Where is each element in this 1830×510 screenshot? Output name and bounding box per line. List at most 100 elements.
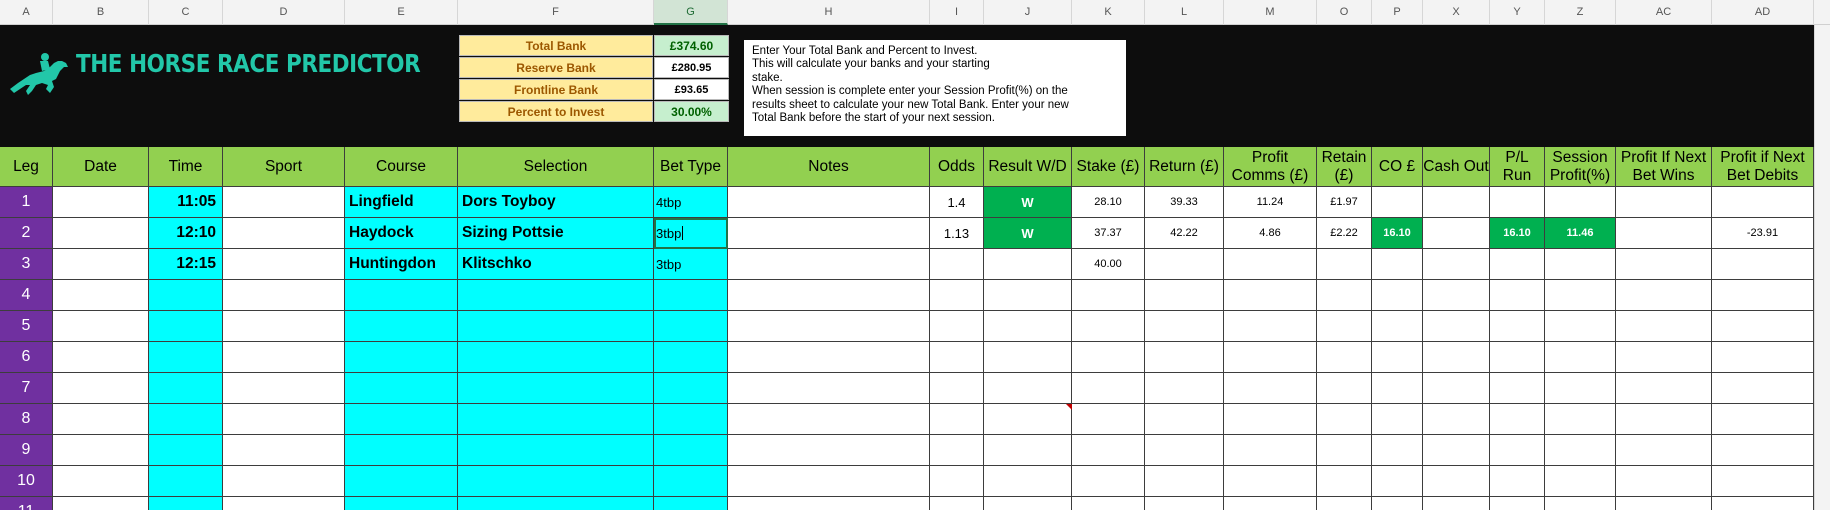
table-cell[interactable] xyxy=(984,342,1072,373)
table-cell[interactable] xyxy=(1490,311,1545,342)
column-header[interactable]: P/L Run xyxy=(1490,147,1545,187)
table-cell[interactable] xyxy=(1072,373,1145,404)
table-cell[interactable] xyxy=(654,466,728,497)
table-cell[interactable]: Huntingdon xyxy=(345,249,458,280)
table-cell[interactable] xyxy=(654,373,728,404)
table-cell[interactable] xyxy=(1616,280,1712,311)
table-cell[interactable] xyxy=(1545,404,1616,435)
vertical-scrollbar[interactable] xyxy=(1814,25,1830,510)
table-cell[interactable] xyxy=(1423,280,1490,311)
table-cell[interactable] xyxy=(1616,497,1712,510)
percent-to-invest-value[interactable]: 30.00% xyxy=(654,101,729,122)
table-cell[interactable] xyxy=(728,218,930,249)
table-cell[interactable] xyxy=(1145,497,1224,510)
column-header[interactable]: Time xyxy=(149,147,223,187)
column-header[interactable]: Return (£) xyxy=(1145,147,1224,187)
table-cell[interactable] xyxy=(1317,435,1372,466)
table-cell[interactable] xyxy=(149,342,223,373)
table-cell[interactable] xyxy=(984,280,1072,311)
table-cell[interactable] xyxy=(149,466,223,497)
table-cell[interactable] xyxy=(223,373,345,404)
table-cell[interactable] xyxy=(1145,466,1224,497)
table-cell[interactable]: 11:05 xyxy=(149,187,223,218)
column-letter-c[interactable]: C xyxy=(149,0,223,25)
table-cell[interactable] xyxy=(458,311,654,342)
table-cell[interactable] xyxy=(728,497,930,510)
table-cell[interactable] xyxy=(53,342,149,373)
row-number-cell[interactable]: 7 xyxy=(0,373,53,404)
table-cell[interactable] xyxy=(1072,404,1145,435)
row-number-cell[interactable]: 11 xyxy=(0,497,53,510)
column-header[interactable]: Course xyxy=(345,147,458,187)
table-cell[interactable]: 16.10 xyxy=(1372,218,1423,249)
table-cell[interactable] xyxy=(1712,249,1814,280)
table-cell[interactable] xyxy=(1372,311,1423,342)
table-cell[interactable] xyxy=(930,373,984,404)
table-cell[interactable] xyxy=(223,466,345,497)
table-cell[interactable]: Klitschko xyxy=(458,249,654,280)
table-cell[interactable] xyxy=(223,435,345,466)
table-cell[interactable] xyxy=(1490,280,1545,311)
table-cell[interactable] xyxy=(1423,497,1490,510)
table-cell[interactable] xyxy=(1224,342,1317,373)
row-number-cell[interactable]: 1 xyxy=(0,187,53,218)
reserve-bank-value[interactable]: £280.95 xyxy=(654,57,729,78)
table-cell[interactable] xyxy=(1423,249,1490,280)
table-cell[interactable]: Dors Toyboy xyxy=(458,187,654,218)
table-cell[interactable] xyxy=(1372,249,1423,280)
table-cell[interactable] xyxy=(53,311,149,342)
table-cell[interactable] xyxy=(728,466,930,497)
table-cell[interactable] xyxy=(1545,373,1616,404)
table-cell[interactable]: Lingfield xyxy=(345,187,458,218)
column-header[interactable]: Profit Comms (£) xyxy=(1224,147,1317,187)
table-cell[interactable] xyxy=(1545,497,1616,510)
table-cell[interactable] xyxy=(149,404,223,435)
column-header[interactable]: Cash Out xyxy=(1423,147,1490,187)
table-cell[interactable] xyxy=(1145,311,1224,342)
column-header[interactable]: Result W/D xyxy=(984,147,1072,187)
table-cell[interactable]: W xyxy=(984,187,1072,218)
table-cell[interactable] xyxy=(1372,373,1423,404)
table-cell[interactable] xyxy=(53,497,149,510)
column-letter-o[interactable]: O xyxy=(1317,0,1372,25)
table-cell[interactable] xyxy=(345,404,458,435)
table-cell[interactable]: 12:15 xyxy=(149,249,223,280)
table-cell[interactable] xyxy=(1490,249,1545,280)
table-cell[interactable] xyxy=(1372,497,1423,510)
table-cell[interactable] xyxy=(53,435,149,466)
column-header[interactable]: Leg xyxy=(0,147,53,187)
table-cell[interactable] xyxy=(984,311,1072,342)
table-cell[interactable] xyxy=(1372,280,1423,311)
column-letter-ac[interactable]: AC xyxy=(1616,0,1712,25)
table-cell[interactable] xyxy=(1545,342,1616,373)
table-cell[interactable] xyxy=(223,280,345,311)
table-cell[interactable] xyxy=(1490,435,1545,466)
table-cell[interactable] xyxy=(1423,218,1490,249)
table-cell[interactable]: 3tbp xyxy=(654,218,728,249)
table-cell[interactable] xyxy=(458,466,654,497)
table-cell[interactable]: W xyxy=(984,218,1072,249)
column-header[interactable]: Retain (£) xyxy=(1317,147,1372,187)
table-cell[interactable] xyxy=(1616,466,1712,497)
table-cell[interactable]: 1.13 xyxy=(930,218,984,249)
table-cell[interactable]: Sizing Pottsie xyxy=(458,218,654,249)
table-cell[interactable] xyxy=(1616,311,1712,342)
table-cell[interactable] xyxy=(1317,342,1372,373)
table-cell[interactable] xyxy=(654,435,728,466)
table-cell[interactable] xyxy=(458,404,654,435)
table-cell[interactable] xyxy=(458,373,654,404)
column-letter-j[interactable]: J xyxy=(984,0,1072,25)
column-header[interactable]: Selection xyxy=(458,147,654,187)
table-cell[interactable] xyxy=(1490,466,1545,497)
table-cell[interactable] xyxy=(458,497,654,510)
table-cell[interactable] xyxy=(53,466,149,497)
column-letter-m[interactable]: M xyxy=(1224,0,1317,25)
table-cell[interactable] xyxy=(1317,497,1372,510)
table-cell[interactable] xyxy=(1224,497,1317,510)
table-cell[interactable] xyxy=(728,249,930,280)
table-cell[interactable] xyxy=(1423,342,1490,373)
table-cell[interactable] xyxy=(654,404,728,435)
table-cell[interactable] xyxy=(1712,373,1814,404)
column-letter-z[interactable]: Z xyxy=(1545,0,1616,25)
table-cell[interactable] xyxy=(458,435,654,466)
